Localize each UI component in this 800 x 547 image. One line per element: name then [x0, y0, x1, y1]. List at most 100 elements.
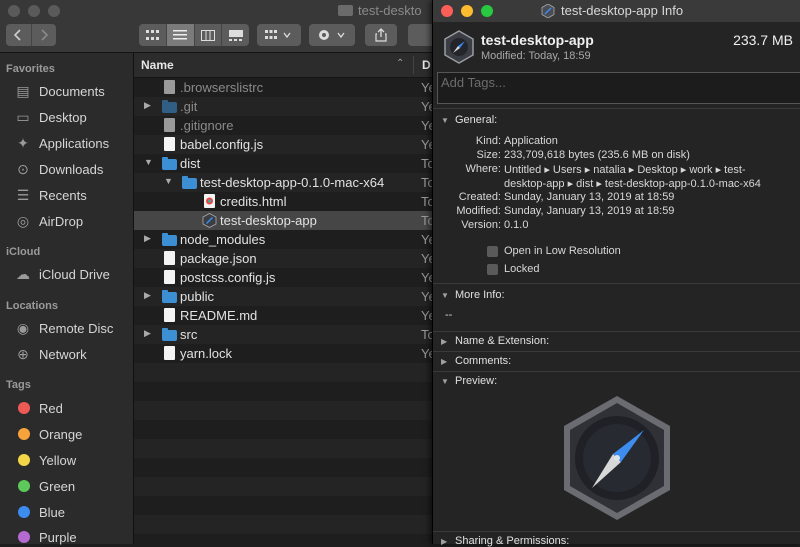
file-row[interactable]: postcss.config.js Ye [134, 268, 432, 287]
file-date: To [421, 175, 432, 190]
checkbox-box[interactable] [487, 263, 498, 275]
kind-value: Application [504, 135, 558, 147]
column-divider[interactable] [413, 56, 414, 74]
group-button[interactable] [257, 24, 301, 46]
open-low-res-checkbox[interactable]: Open in Low Resolution [487, 245, 621, 257]
sidebar-item-downloads[interactable]: ⊙ Downloads [14, 159, 103, 179]
file-row[interactable]: package.json Ye [134, 249, 432, 268]
sidebar-section-locations: Locations [6, 300, 58, 312]
empty-row [134, 401, 432, 420]
file-name: .browserslistrc [180, 80, 264, 95]
gallery-view-button[interactable] [222, 24, 249, 46]
file-row[interactable]: .gitignore Ye [134, 116, 432, 135]
disclosure-open-icon: ▼ [441, 115, 449, 125]
file-name: credits.html [220, 194, 287, 209]
disclosure-closed-icon[interactable]: ▶ [144, 233, 151, 244]
name-extension-toggle[interactable]: ▶ Name & Extension: [441, 335, 549, 347]
more-info-toggle[interactable]: ▼ More Info: [441, 289, 505, 301]
file-row[interactable]: .browserslistrc Ye [134, 78, 432, 97]
grid-icon [145, 29, 159, 40]
downloads-icon: ⊙ [17, 160, 29, 177]
column-view-button[interactable] [195, 24, 223, 46]
file-date: Ye [421, 251, 432, 266]
date-column-header[interactable]: D [422, 58, 431, 72]
folder-icon [338, 5, 353, 16]
sidebar-item-tag-orange[interactable]: Orange [14, 424, 82, 444]
file-row[interactable]: ▶ .git Ye [134, 97, 432, 116]
locked-checkbox[interactable]: Locked [487, 263, 539, 275]
tag-dot [18, 402, 30, 414]
empty-row [134, 458, 432, 477]
file-name: node_modules [180, 232, 266, 247]
close-button[interactable] [8, 5, 20, 17]
file-row[interactable]: ▶ src To [134, 325, 432, 344]
file-row[interactable]: ▼ test-desktop-app-0.1.0-mac-x64 To [134, 173, 432, 192]
sidebar-item-desktop[interactable]: ▭ Desktop [14, 107, 86, 127]
file-row[interactable]: babel.config.js Ye [134, 135, 432, 154]
document-icon [164, 137, 175, 151]
sidebar-item-tag-yellow[interactable]: Yellow [14, 450, 76, 470]
folder-icon [162, 233, 177, 246]
recents-icon: ☰ [16, 186, 30, 203]
file-date: Ye [421, 346, 432, 361]
comments-toggle[interactable]: ▶ Comments: [441, 355, 511, 367]
gallery-icon [228, 29, 243, 41]
tag-dot [18, 531, 30, 543]
action-button[interactable] [309, 24, 355, 46]
html-file-icon [204, 194, 215, 208]
disclosure-closed-icon: ▶ [441, 536, 448, 546]
disclosure-open-icon[interactable]: ▼ [164, 176, 173, 186]
file-row[interactable]: ▼ dist To [134, 154, 432, 173]
file-row[interactable]: README.md Ye [134, 306, 432, 325]
disclosure-closed-icon[interactable]: ▶ [144, 328, 151, 339]
documents-icon: ▤ [16, 82, 30, 99]
general-section-toggle[interactable]: ▼ General: [441, 114, 497, 126]
preview-toggle[interactable]: ▼ Preview: [441, 375, 497, 387]
sidebar-item-documents[interactable]: ▤ Documents [14, 81, 104, 101]
file-row[interactable]: ▶ public Ye [134, 287, 432, 306]
tags-input[interactable]: Add Tags... [437, 72, 800, 104]
share-button[interactable] [365, 24, 397, 46]
file-name: test-desktop-app [220, 213, 317, 228]
zoom-button[interactable] [481, 5, 493, 17]
gear-icon [319, 30, 345, 40]
file-row[interactable]: test-desktop-app To [134, 211, 432, 230]
network-icon: ⊕ [17, 345, 29, 362]
zoom-button[interactable] [48, 5, 60, 17]
sidebar-item-tag-blue[interactable]: Blue [14, 502, 65, 522]
sidebar-item-network[interactable]: ⊕ Network [14, 344, 87, 364]
close-button[interactable] [441, 5, 453, 17]
list-view-button[interactable] [166, 24, 195, 46]
columns-icon [200, 29, 215, 41]
sharing-toggle[interactable]: ▶ Sharing & Permissions: [441, 535, 569, 547]
file-row[interactable]: ▶ node_modules Ye [134, 230, 432, 249]
sidebar-item-tag-red[interactable]: Red [14, 398, 63, 418]
sidebar-item-tag-purple[interactable]: Purple [14, 527, 77, 547]
disclosure-open-icon[interactable]: ▼ [144, 157, 153, 167]
name-column-header[interactable]: Name [141, 58, 174, 72]
sidebar-item-remote-disc[interactable]: ◉ Remote Disc [14, 318, 114, 338]
minimize-button[interactable] [461, 5, 473, 17]
back-forward-control[interactable] [6, 24, 56, 46]
sidebar-item-applications[interactable]: ✦ Applications [14, 133, 109, 153]
checkbox-box[interactable] [487, 245, 498, 257]
disclosure-closed-icon[interactable]: ▶ [144, 290, 151, 301]
back-button[interactable] [6, 24, 32, 46]
file-row[interactable]: yarn.lock Ye [134, 344, 432, 363]
sidebar-item-icloud-drive[interactable]: ☁ iCloud Drive [14, 264, 110, 284]
file-name: .git [180, 99, 198, 114]
minimize-button[interactable] [28, 5, 40, 17]
icon-view-button[interactable] [139, 24, 167, 46]
column-header: Name ⌃ D [134, 53, 432, 78]
disclosure-closed-icon[interactable]: ▶ [144, 100, 151, 111]
info-titlebar: test-desktop-app Info [433, 0, 800, 22]
view-mode-control[interactable] [139, 24, 249, 46]
file-row[interactable]: credits.html To [134, 192, 432, 211]
forward-button[interactable] [32, 24, 57, 46]
folder-icon [162, 100, 177, 113]
sort-chevron-icon: ⌃ [396, 58, 405, 69]
sidebar-item-airdrop[interactable]: ◎ AirDrop [14, 211, 83, 231]
sidebar-item-recents[interactable]: ☰ Recents [14, 185, 87, 205]
sidebar-item-tag-green[interactable]: Green [14, 476, 75, 496]
file-date: Ye [421, 99, 432, 114]
